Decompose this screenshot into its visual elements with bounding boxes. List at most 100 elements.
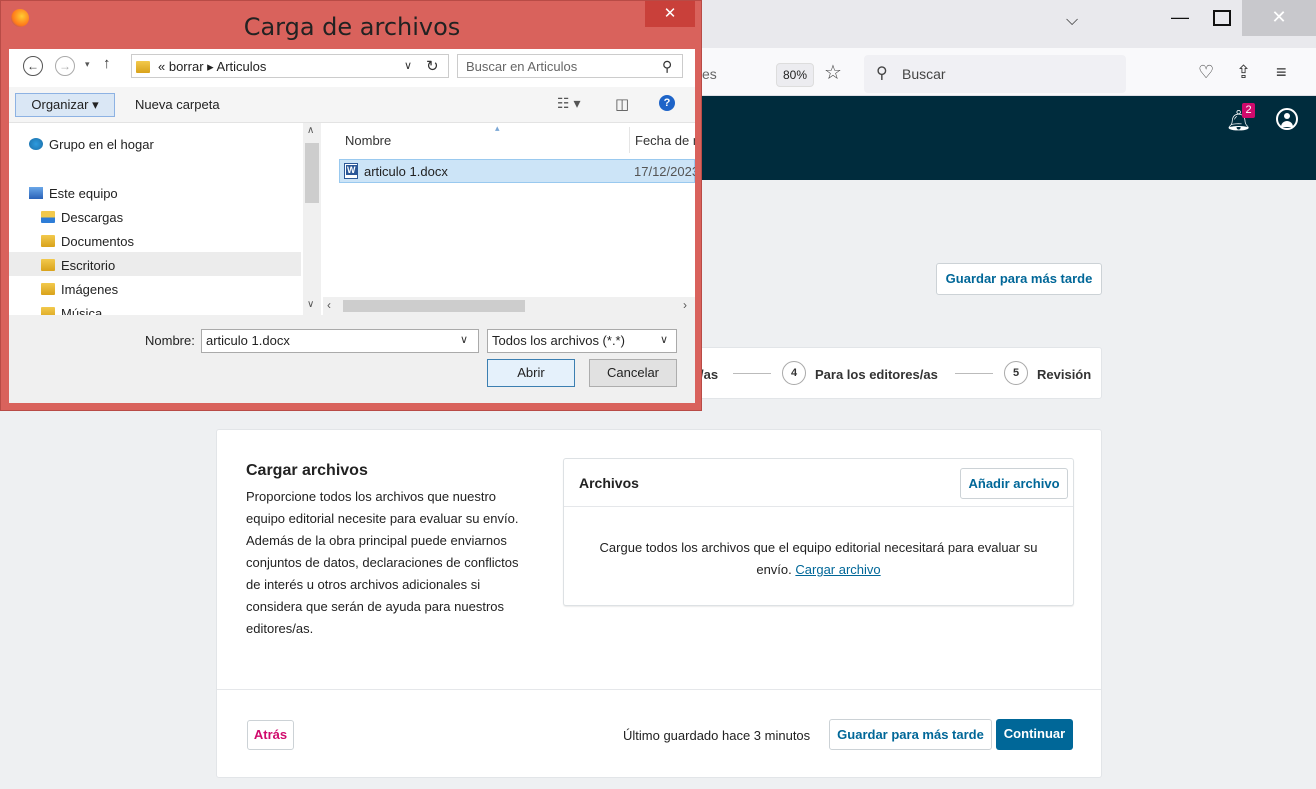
- dialog-search-input[interactable]: Buscar en Articulos ⚲: [457, 54, 683, 78]
- nav-item-label: Imágenes: [61, 282, 119, 297]
- organize-button[interactable]: Organizar ▾: [15, 93, 115, 117]
- folder-icon: [41, 283, 55, 295]
- chevron-down-icon[interactable]: ∨: [660, 333, 668, 346]
- file-name[interactable]: articulo 1.docx: [364, 164, 448, 179]
- step-5-number[interactable]: 5: [1004, 361, 1028, 385]
- step-3-label[interactable]: /as: [700, 367, 718, 382]
- chevron-down-icon[interactable]: ∨: [460, 333, 468, 346]
- address-dropdown-icon[interactable]: ∨: [404, 59, 412, 72]
- tab-list-chevron-icon[interactable]: ⌵: [1066, 12, 1078, 30]
- scroll-left-icon[interactable]: ‹: [327, 298, 331, 312]
- open-button[interactable]: Abrir: [487, 359, 575, 387]
- file-pane-scrollbar[interactable]: ‹ ›: [323, 297, 695, 315]
- file-type-select[interactable]: Todos los archivos (*.*) ∨: [487, 329, 677, 353]
- file-list-pane: Nombre ▴ Fecha de m articulo 1.docx 17/1…: [323, 123, 695, 315]
- continue-button[interactable]: Continuar: [996, 719, 1073, 750]
- scrollbar-thumb[interactable]: [343, 300, 525, 312]
- address-bar[interactable]: « borrar ▸ Articulos ∨ ↻: [131, 54, 449, 78]
- step-connector: [955, 373, 993, 374]
- scroll-up-icon[interactable]: ∧: [307, 125, 314, 136]
- save-for-later-button-bottom[interactable]: Guardar para más tarde: [829, 719, 992, 750]
- save-for-later-button-top[interactable]: Guardar para más tarde: [936, 263, 1102, 295]
- recent-locations-chevron-icon[interactable]: ▾: [85, 59, 90, 70]
- nav-item-label: Este equipo: [49, 186, 118, 201]
- files-card-title: Archivos: [579, 475, 639, 491]
- up-folder-arrow-icon[interactable]: ↑: [103, 55, 111, 72]
- menu-hamburger-icon[interactable]: ≡: [1276, 62, 1287, 83]
- url-text[interactable]: es: [702, 66, 717, 82]
- files-card: Archivos Añadir archivo Cargue todos los…: [563, 458, 1074, 606]
- address-path[interactable]: « borrar ▸ Articulos: [158, 59, 266, 75]
- nav-item-documents[interactable]: Documentos: [41, 234, 134, 249]
- search-icon: ⚲: [662, 58, 673, 74]
- minimize-window-button[interactable]: —: [1160, 0, 1200, 36]
- upload-file-link[interactable]: Cargar archivo: [795, 562, 880, 577]
- upload-files-panel: Cargar archivos Proporcione todos los ar…: [216, 429, 1102, 778]
- dialog-search-placeholder: Buscar en Articulos: [466, 59, 578, 74]
- help-icon[interactable]: ?: [659, 95, 675, 111]
- column-header-date[interactable]: Fecha de m: [635, 133, 695, 148]
- notification-count-badge: 2: [1242, 103, 1255, 118]
- nav-item-label: Grupo en el hogar: [49, 137, 154, 152]
- add-file-button[interactable]: Añadir archivo: [960, 468, 1068, 499]
- downloads-folder-icon: [41, 211, 55, 223]
- pocket-icon[interactable]: ♡: [1198, 62, 1214, 83]
- browser-search-placeholder: Buscar: [902, 66, 946, 82]
- nav-item-this-pc[interactable]: Este equipo: [29, 186, 118, 201]
- close-window-button[interactable]: ✕: [1242, 0, 1316, 36]
- nav-item-music[interactable]: Música: [41, 306, 102, 315]
- nav-item-pictures[interactable]: Imágenes: [41, 282, 118, 297]
- nav-item-label: Descargas: [61, 210, 124, 225]
- change-view-icon[interactable]: ☷ ▾: [557, 95, 580, 112]
- files-card-header: Archivos Añadir archivo: [564, 459, 1073, 507]
- forward-arrow-icon[interactable]: →: [55, 56, 75, 76]
- nav-item-label: Escritorio: [61, 258, 116, 273]
- dialog-close-button[interactable]: ✕: [645, 1, 695, 27]
- step-connector: [733, 373, 771, 374]
- browser-search-box[interactable]: ⚲ Buscar: [864, 55, 1126, 93]
- back-arrow-icon[interactable]: ←: [23, 56, 43, 76]
- homegroup-icon: [29, 138, 43, 150]
- nav-item-label: Documentos: [61, 234, 134, 249]
- dialog-title: Carga de archivos: [243, 13, 461, 41]
- step-4-number[interactable]: 4: [782, 361, 806, 385]
- nav-item-downloads[interactable]: Descargas: [41, 210, 123, 225]
- nav-item-homegroup[interactable]: Grupo en el hogar: [29, 137, 154, 152]
- step-4-label[interactable]: Para los editores/as: [815, 367, 938, 382]
- folder-icon: [41, 259, 55, 271]
- user-account-icon[interactable]: [1276, 108, 1298, 130]
- back-button[interactable]: Atrás: [247, 720, 294, 750]
- file-date: 17/12/2023: [634, 164, 695, 179]
- column-header-name[interactable]: Nombre: [345, 133, 391, 148]
- scrollbar-thumb[interactable]: [305, 143, 319, 203]
- file-upload-dialog: Carga de archivos ✕ ← → ▾ ↑ « borrar ▸ A…: [0, 0, 702, 411]
- new-folder-button[interactable]: Nueva carpeta: [135, 97, 220, 112]
- panel-footer: Atrás Último guardado hace 3 minutos Gua…: [217, 689, 1101, 777]
- navigation-pane: Grupo en el hogar Este equipo Descargas …: [9, 123, 323, 315]
- section-title: Cargar archivos: [246, 462, 368, 479]
- file-type-value: Todos los archivos (*.*): [492, 333, 625, 348]
- address-row: ← → ▾ ↑ « borrar ▸ Articulos ∨ ↻ Buscar …: [9, 49, 695, 87]
- file-name-input[interactable]: articulo 1.docx ∨: [201, 329, 479, 353]
- extensions-icon[interactable]: ⇪: [1236, 62, 1251, 83]
- bookmark-star-icon[interactable]: ☆: [824, 60, 842, 85]
- file-row[interactable]: articulo 1.docx 17/12/2023: [339, 159, 695, 183]
- word-document-icon: [344, 163, 358, 179]
- zoom-level-badge[interactable]: 80%: [776, 63, 815, 87]
- nav-pane-scrollbar[interactable]: ∧ ∨: [303, 123, 321, 315]
- command-bar: Organizar ▾ Nueva carpeta ☷ ▾ ◫ ?: [9, 87, 695, 123]
- scroll-right-icon[interactable]: ›: [683, 298, 687, 312]
- scroll-down-icon[interactable]: ∨: [307, 299, 314, 310]
- cancel-button[interactable]: Cancelar: [589, 359, 677, 387]
- file-name-value: articulo 1.docx: [206, 333, 290, 348]
- column-separator[interactable]: [629, 127, 630, 153]
- preview-pane-icon[interactable]: ◫: [615, 95, 629, 113]
- section-description: Proporcione todos los archivos que nuest…: [246, 489, 519, 636]
- maximize-window-button[interactable]: [1202, 0, 1238, 36]
- file-name-label: Nombre:: [145, 333, 195, 348]
- nav-item-desktop[interactable]: Escritorio: [41, 258, 115, 273]
- nav-item-label: Música: [61, 306, 103, 315]
- step-5-label[interactable]: Revisión: [1037, 367, 1091, 382]
- sort-ascending-icon: ▴: [495, 123, 500, 133]
- refresh-icon[interactable]: ↻: [426, 57, 439, 75]
